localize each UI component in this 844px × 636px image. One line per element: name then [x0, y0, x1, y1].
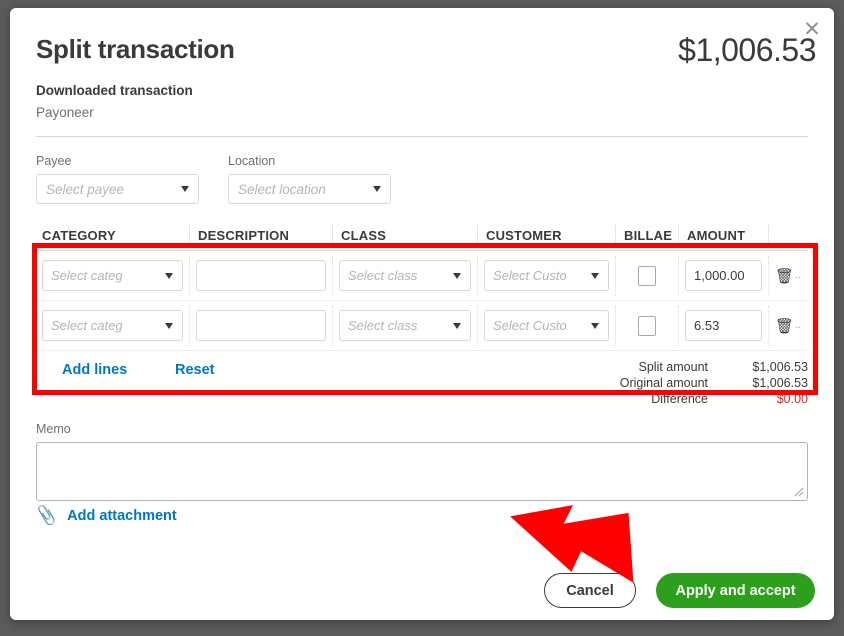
split-transaction-dialog: ✕ Split transaction $1,006.53 Downloaded…	[10, 8, 834, 620]
chevron-down-icon	[453, 272, 461, 279]
memo-input[interactable]	[36, 442, 808, 501]
location-select[interactable]: Select location	[228, 174, 391, 204]
downloaded-transaction-label: Downloaded transaction	[36, 83, 193, 98]
class-placeholder: Select class	[348, 268, 418, 283]
difference-label: Difference	[651, 392, 708, 406]
cell-actions: 🗑..	[768, 305, 808, 346]
add-lines-link[interactable]: Add lines	[62, 362, 127, 378]
split-amount-label: Split amount	[638, 360, 708, 374]
total-original-amount-row: Original amount $1,006.53	[408, 376, 808, 390]
payee-field-group: Payee Select payee	[36, 154, 199, 204]
header-divider	[36, 136, 808, 137]
chevron-down-icon	[373, 186, 381, 192]
difference-value: $0.00	[776, 392, 808, 406]
split-amount-value: $1,006.53	[752, 360, 808, 374]
payee-placeholder: Select payee	[46, 181, 125, 197]
chevron-down-icon	[165, 272, 173, 279]
table-footer: Add lines Reset Split amount $1,006.53 O…	[36, 358, 808, 406]
chevron-down-icon	[591, 322, 599, 329]
cell-class: Select class	[332, 255, 477, 296]
column-header-class: CLASS	[332, 225, 477, 245]
transaction-total-amount: $1,006.53	[678, 32, 816, 68]
cell-class: Select class	[332, 305, 477, 346]
chevron-down-icon	[591, 272, 599, 279]
description-input[interactable]	[196, 310, 326, 341]
original-amount-label: Original amount	[619, 376, 708, 390]
table-header-row: CATEGORY DESCRIPTION CLASS CUSTOMER BILL…	[36, 220, 808, 251]
cell-actions: 🗑..	[768, 255, 808, 296]
column-header-amount: AMOUNT	[678, 225, 768, 245]
paperclip-icon: 📎	[34, 504, 59, 527]
amount-input[interactable]: 1,000.00	[685, 260, 762, 291]
cell-amount: 1,000.00	[678, 255, 768, 296]
total-split-amount-row: Split amount $1,006.53	[408, 360, 808, 374]
category-select[interactable]: Select categ	[42, 310, 183, 341]
row-overflow-dots: ..	[795, 270, 801, 281]
customer-select[interactable]: Select Custo	[484, 310, 609, 341]
cell-category: Select categ	[36, 306, 189, 346]
table-row: Select categ Select class Select Custo	[36, 301, 808, 351]
class-select[interactable]: Select class	[339, 310, 471, 341]
memo-label: Memo	[36, 422, 71, 436]
split-lines-table: CATEGORY DESCRIPTION CLASS CUSTOMER BILL…	[36, 220, 808, 351]
cell-customer: Select Custo	[477, 305, 615, 346]
downloaded-transaction-value: Payoneer	[36, 105, 94, 120]
customer-placeholder: Select Custo	[493, 268, 567, 283]
page-title: Split transaction	[36, 34, 235, 64]
column-header-billable: BILLAE	[615, 225, 678, 245]
attachment-row: 📎 Add attachment	[34, 504, 177, 527]
billable-checkbox[interactable]	[638, 315, 656, 336]
column-header-customer: CUSTOMER	[477, 225, 615, 245]
cell-category: Select categ	[36, 256, 189, 296]
cell-billable	[615, 255, 678, 296]
row-overflow-dots: ..	[795, 320, 801, 331]
cell-amount: 6.53	[678, 305, 768, 346]
description-input[interactable]	[196, 260, 326, 291]
column-header-category: CATEGORY	[42, 227, 116, 243]
table-row: Select categ Select class Select Custo	[36, 251, 808, 301]
cell-customer: Select Custo	[477, 255, 615, 296]
location-placeholder: Select location	[238, 181, 326, 197]
chevron-down-icon	[165, 322, 173, 329]
location-label: Location	[228, 154, 276, 168]
class-select[interactable]: Select class	[339, 260, 471, 291]
category-placeholder: Select categ	[51, 268, 123, 283]
cell-description	[189, 305, 332, 346]
column-header-actions	[768, 225, 808, 245]
amount-value: 1,000.00	[694, 268, 745, 283]
cancel-button[interactable]: Cancel	[544, 573, 636, 608]
category-placeholder: Select categ	[51, 318, 123, 333]
billable-checkbox[interactable]	[638, 265, 656, 286]
location-field-group: Location Select location	[228, 154, 391, 204]
chevron-down-icon	[453, 322, 461, 329]
total-difference-row: Difference $0.00	[408, 392, 808, 406]
customer-select[interactable]: Select Custo	[484, 260, 609, 291]
column-header-description: DESCRIPTION	[189, 225, 332, 245]
add-attachment-link[interactable]: Add attachment	[67, 508, 177, 524]
chevron-down-icon	[181, 186, 189, 192]
original-amount-value: $1,006.53	[752, 376, 808, 390]
amount-input[interactable]: 6.53	[685, 310, 762, 341]
payee-label: Payee	[36, 154, 72, 168]
amount-value: 6.53	[694, 318, 720, 333]
cell-billable	[615, 305, 678, 346]
payee-select[interactable]: Select payee	[36, 174, 199, 204]
reset-link[interactable]: Reset	[175, 362, 215, 378]
customer-placeholder: Select Custo	[493, 318, 567, 333]
trash-icon[interactable]: 🗑..	[775, 317, 801, 335]
category-select[interactable]: Select categ	[42, 260, 183, 291]
cell-description	[189, 255, 332, 296]
apply-and-accept-button[interactable]: Apply and accept	[656, 573, 815, 608]
trash-icon[interactable]: 🗑..	[775, 267, 801, 285]
class-placeholder: Select class	[348, 318, 418, 333]
